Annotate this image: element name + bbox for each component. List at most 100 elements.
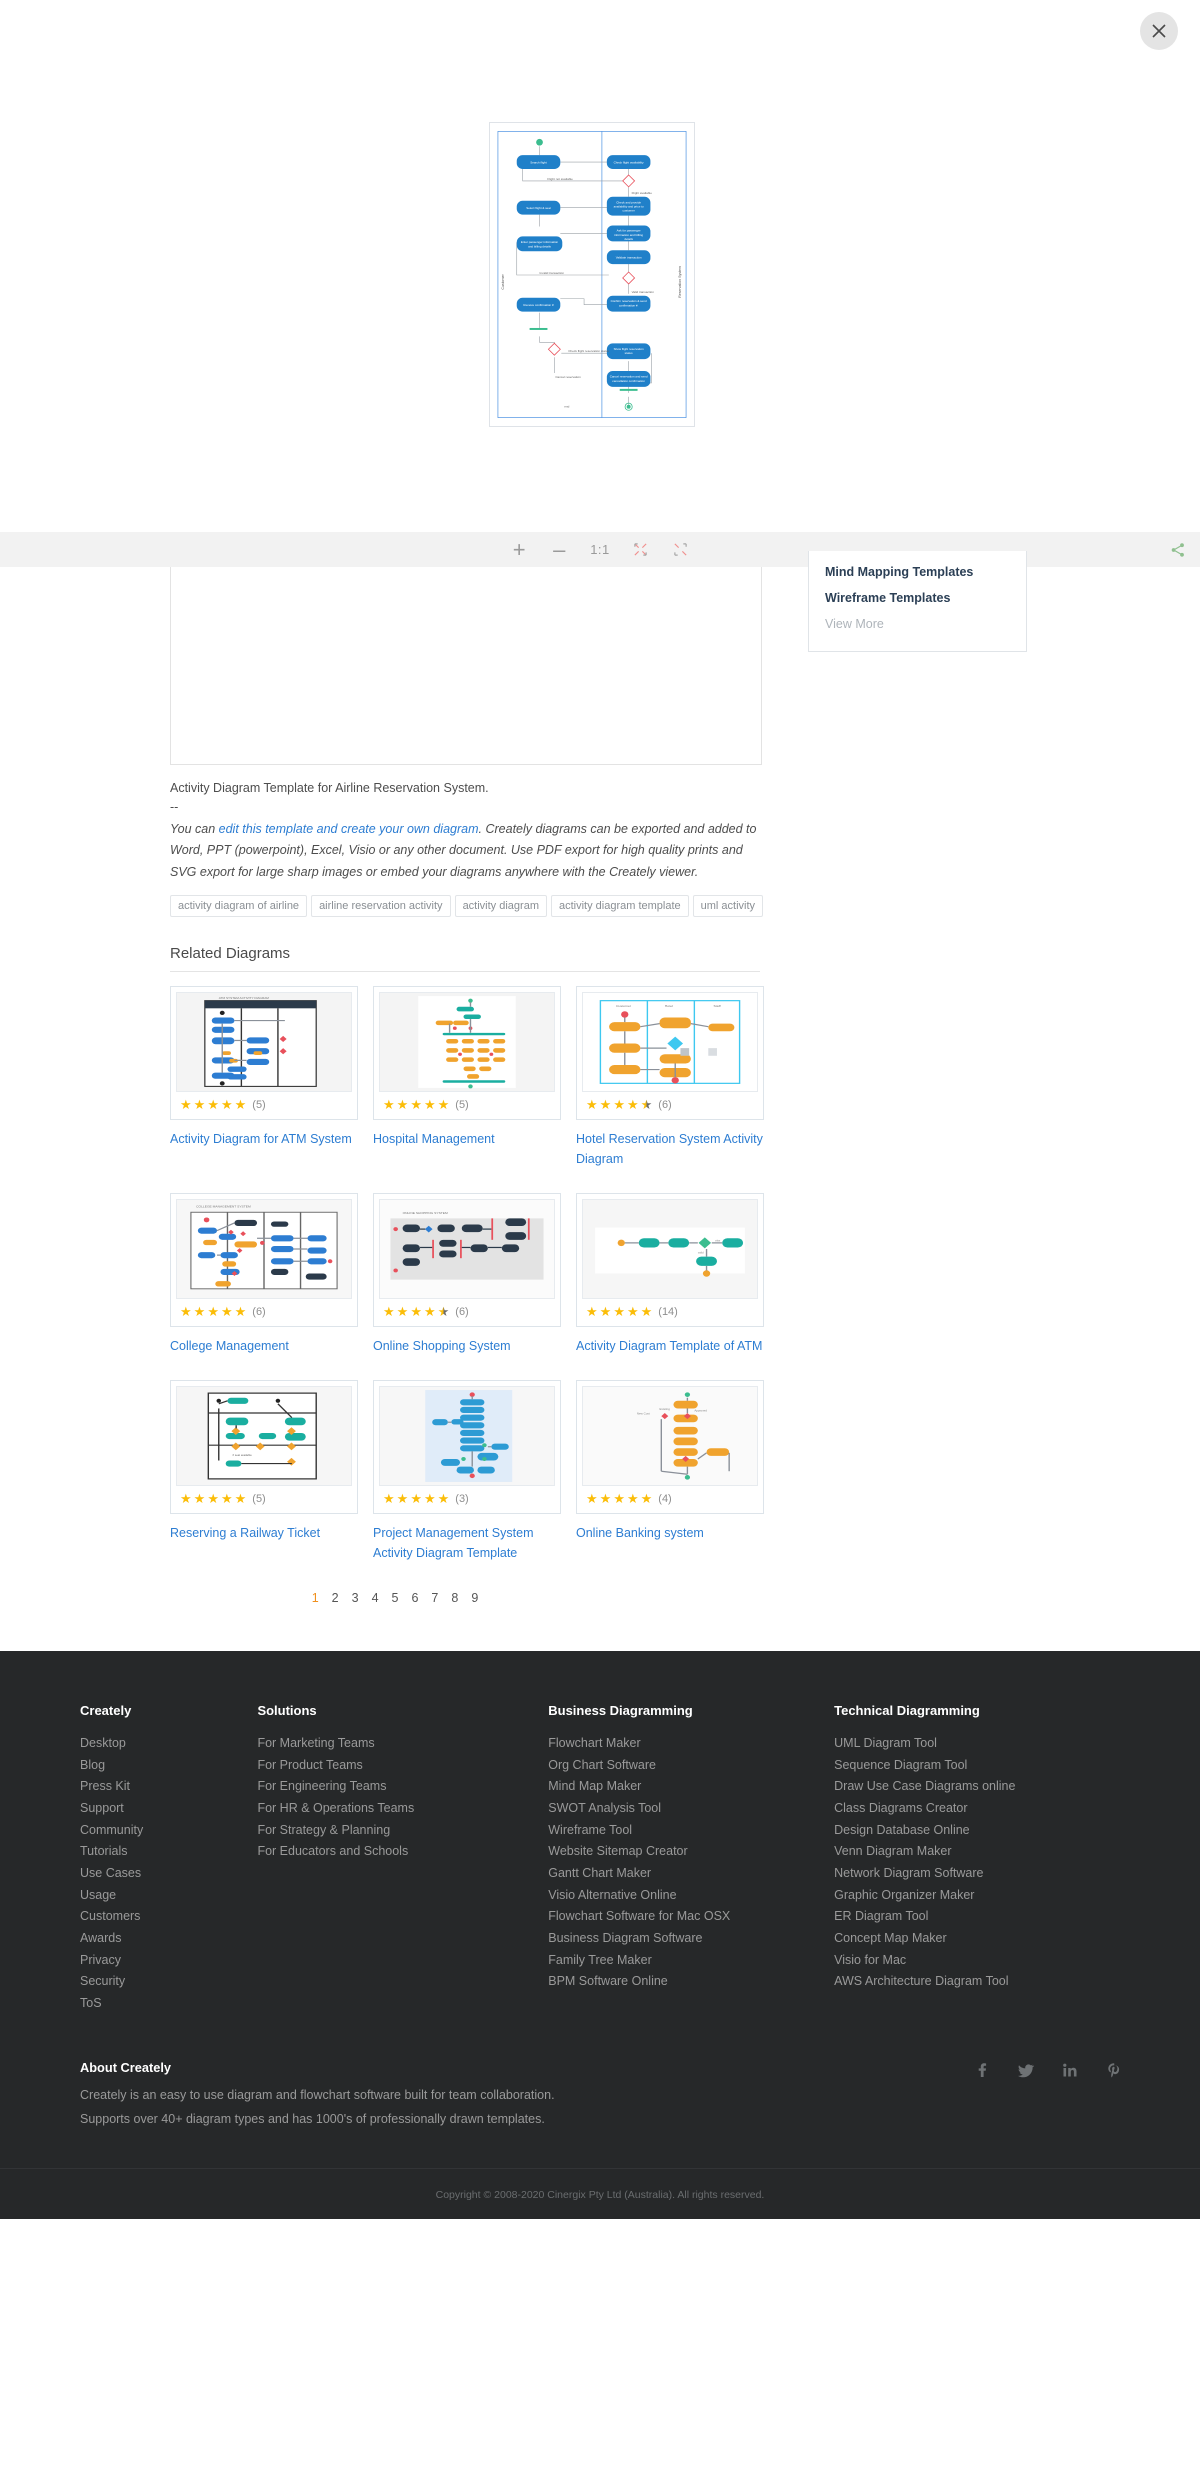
related-title-link[interactable]: Activity Diagram Template of ATM [576, 1337, 764, 1356]
diagram-preview-card[interactable]: Customer Reservation System Search fligh… [489, 122, 695, 427]
footer-link[interactable]: Graphic Organizer Maker [834, 1884, 1120, 1906]
tag-item[interactable]: activity diagram [454, 895, 547, 918]
page-link[interactable]: 5 [392, 1591, 399, 1605]
related-card[interactable]: COLLEGE MANAGEMENT SYSTEM ★ ★ ★ ★ ★ (6) [170, 1193, 358, 1328]
page-link[interactable]: 6 [411, 1591, 418, 1605]
related-card[interactable]: ★ ★ ★ ★ ★ (5) [373, 986, 561, 1121]
page-link[interactable]: 1 [312, 1591, 319, 1605]
page-link[interactable]: 4 [372, 1591, 379, 1605]
view-more-link[interactable]: View More [825, 611, 1010, 637]
footer-link[interactable]: For Product Teams [257, 1754, 548, 1776]
footer-link[interactable]: Venn Diagram Maker [834, 1841, 1120, 1863]
footer-link[interactable]: SWOT Analysis Tool [548, 1797, 834, 1819]
college-thumb[interactable]: COLLEGE MANAGEMENT SYSTEM [176, 1199, 352, 1300]
footer-link[interactable]: Gantt Chart Maker [548, 1862, 834, 1884]
atm2-thumb[interactable]: valid else [582, 1199, 758, 1300]
zoom-in-icon[interactable]: + [510, 537, 528, 562]
zoom-out-icon[interactable]: – [550, 537, 568, 562]
hospital-thumb[interactable] [379, 992, 555, 1093]
project-thumb[interactable] [379, 1386, 555, 1487]
related-title-link[interactable]: Activity Diagram for ATM System [170, 1130, 358, 1149]
fit-to-screen-icon[interactable] [632, 538, 650, 562]
footer-link[interactable]: Blog [80, 1754, 257, 1776]
footer-link[interactable]: Visio Alternative Online [548, 1884, 834, 1906]
related-card[interactable]: valid else ★ ★ ★ ★ ★ (14) [576, 1193, 764, 1328]
related-card[interactable]: Customer Hotel Staff ★ ★ ★ ★ ★ (6) [576, 986, 764, 1121]
related-title-link[interactable]: Hospital Management [373, 1130, 561, 1149]
facebook-icon[interactable] [974, 2062, 990, 2078]
footer-link[interactable]: BPM Software Online [548, 1971, 834, 1993]
footer-link[interactable]: Business Diagram Software [548, 1927, 834, 1949]
related-title-link[interactable]: Hotel Reservation System Activity Diagra… [576, 1130, 764, 1169]
pinterest-icon[interactable] [1106, 2062, 1122, 2078]
related-card[interactable]: if seat available ★ ★ ★ ★ ★ (5) [170, 1380, 358, 1515]
footer-link[interactable]: Press Kit [80, 1776, 257, 1798]
page-link[interactable]: 8 [451, 1591, 458, 1605]
shopping-thumb[interactable]: ONLINE SHOPPING SYSTEM [379, 1199, 555, 1300]
tag-item[interactable]: uml activity [692, 895, 764, 918]
footer-link[interactable]: Flowchart Software for Mac OSX [548, 1906, 834, 1928]
related-title-link[interactable]: Reserving a Railway Ticket [170, 1524, 358, 1543]
footer-link[interactable]: Family Tree Maker [548, 1949, 834, 1971]
footer-link[interactable]: For Educators and Schools [257, 1841, 548, 1863]
related-title-link[interactable]: Online Shopping System [373, 1337, 561, 1356]
related-title-link[interactable]: College Management [170, 1337, 358, 1356]
related-card[interactable]: ATM SYSTEM ACTIVITY DIAGRAM ★ ★ ★ ★ ★ (5) [170, 986, 358, 1121]
close-icon[interactable] [1140, 12, 1178, 50]
footer-link[interactable]: Concept Map Maker [834, 1927, 1120, 1949]
hotel-thumb[interactable]: Customer Hotel Staff [582, 992, 758, 1093]
fullscreen-icon[interactable] [672, 538, 690, 562]
twitter-icon[interactable] [1018, 2062, 1034, 2078]
footer-link[interactable]: Community [80, 1819, 257, 1841]
footer-link[interactable]: ER Diagram Tool [834, 1906, 1120, 1928]
page-link[interactable]: 2 [332, 1591, 339, 1605]
footer-link[interactable]: Support [80, 1797, 257, 1819]
linkedin-icon[interactable] [1062, 2062, 1078, 2078]
footer-link[interactable]: Visio for Mac [834, 1949, 1120, 1971]
tag-item[interactable]: activity diagram template [550, 895, 689, 918]
footer-link[interactable]: Sequence Diagram Tool [834, 1754, 1120, 1776]
footer-link[interactable]: Draw Use Case Diagrams online [834, 1776, 1120, 1798]
banking-thumb[interactable]: New Cust Existing Approved [582, 1386, 758, 1487]
template-link-mind-mapping[interactable]: Mind Mapping Templates [825, 559, 1010, 585]
related-title-link[interactable]: Online Banking system [576, 1524, 764, 1543]
footer-link[interactable]: Mind Map Maker [548, 1776, 834, 1798]
footer-link[interactable]: Wireframe Tool [548, 1819, 834, 1841]
footer-link[interactable]: Design Database Online [834, 1819, 1120, 1841]
footer-link[interactable]: For Engineering Teams [257, 1776, 548, 1798]
footer-link[interactable]: AWS Architecture Diagram Tool [834, 1971, 1120, 1993]
page-link[interactable]: 7 [431, 1591, 438, 1605]
tag-item[interactable]: activity diagram of airline [170, 895, 308, 918]
footer-link[interactable]: Org Chart Software [548, 1754, 834, 1776]
zoom-ratio-label[interactable]: 1:1 [590, 538, 610, 562]
tag-item[interactable]: airline reservation activity [311, 895, 451, 918]
footer-link[interactable]: Network Diagram Software [834, 1862, 1120, 1884]
share-icon[interactable] [1170, 542, 1186, 558]
related-card[interactable]: New Cust Existing Approved ★ ★ ★ ★ ★ (4) [576, 1380, 764, 1515]
footer-link[interactable]: For Strategy & Planning [257, 1819, 548, 1841]
footer-link[interactable]: Customers [80, 1906, 257, 1928]
footer-link[interactable]: ToS [80, 1992, 257, 2014]
footer-link[interactable]: Class Diagrams Creator [834, 1797, 1120, 1819]
related-card[interactable]: ONLINE SHOPPING SYSTEM ★ ★ ★ ★ ★ (6) [373, 1193, 561, 1328]
template-link-wireframe[interactable]: Wireframe Templates [825, 585, 1010, 611]
page-link[interactable]: 9 [471, 1591, 478, 1605]
footer-link[interactable]: Use Cases [80, 1862, 257, 1884]
footer-link[interactable]: Awards [80, 1927, 257, 1949]
footer-link[interactable]: For Marketing Teams [257, 1732, 548, 1754]
footer-link[interactable]: Privacy [80, 1949, 257, 1971]
footer-link[interactable]: Flowchart Maker [548, 1732, 834, 1754]
footer-link[interactable]: UML Diagram Tool [834, 1732, 1120, 1754]
page-link[interactable]: 3 [352, 1591, 359, 1605]
footer-link[interactable]: Tutorials [80, 1841, 257, 1863]
footer-link[interactable]: Website Sitemap Creator [548, 1841, 834, 1863]
related-title-link[interactable]: Project Management System Activity Diagr… [373, 1524, 561, 1563]
footer-link[interactable]: For HR & Operations Teams [257, 1797, 548, 1819]
edit-template-link[interactable]: edit this template and create your own d… [219, 822, 479, 836]
railway-thumb[interactable]: if seat available [176, 1386, 352, 1487]
footer-link[interactable]: Usage [80, 1884, 257, 1906]
atm-swimlane-thumb[interactable]: ATM SYSTEM ACTIVITY DIAGRAM [176, 992, 352, 1093]
footer-link[interactable]: Desktop [80, 1732, 257, 1754]
footer-link[interactable]: Security [80, 1971, 257, 1993]
related-card[interactable]: ★ ★ ★ ★ ★ (3) [373, 1380, 561, 1515]
